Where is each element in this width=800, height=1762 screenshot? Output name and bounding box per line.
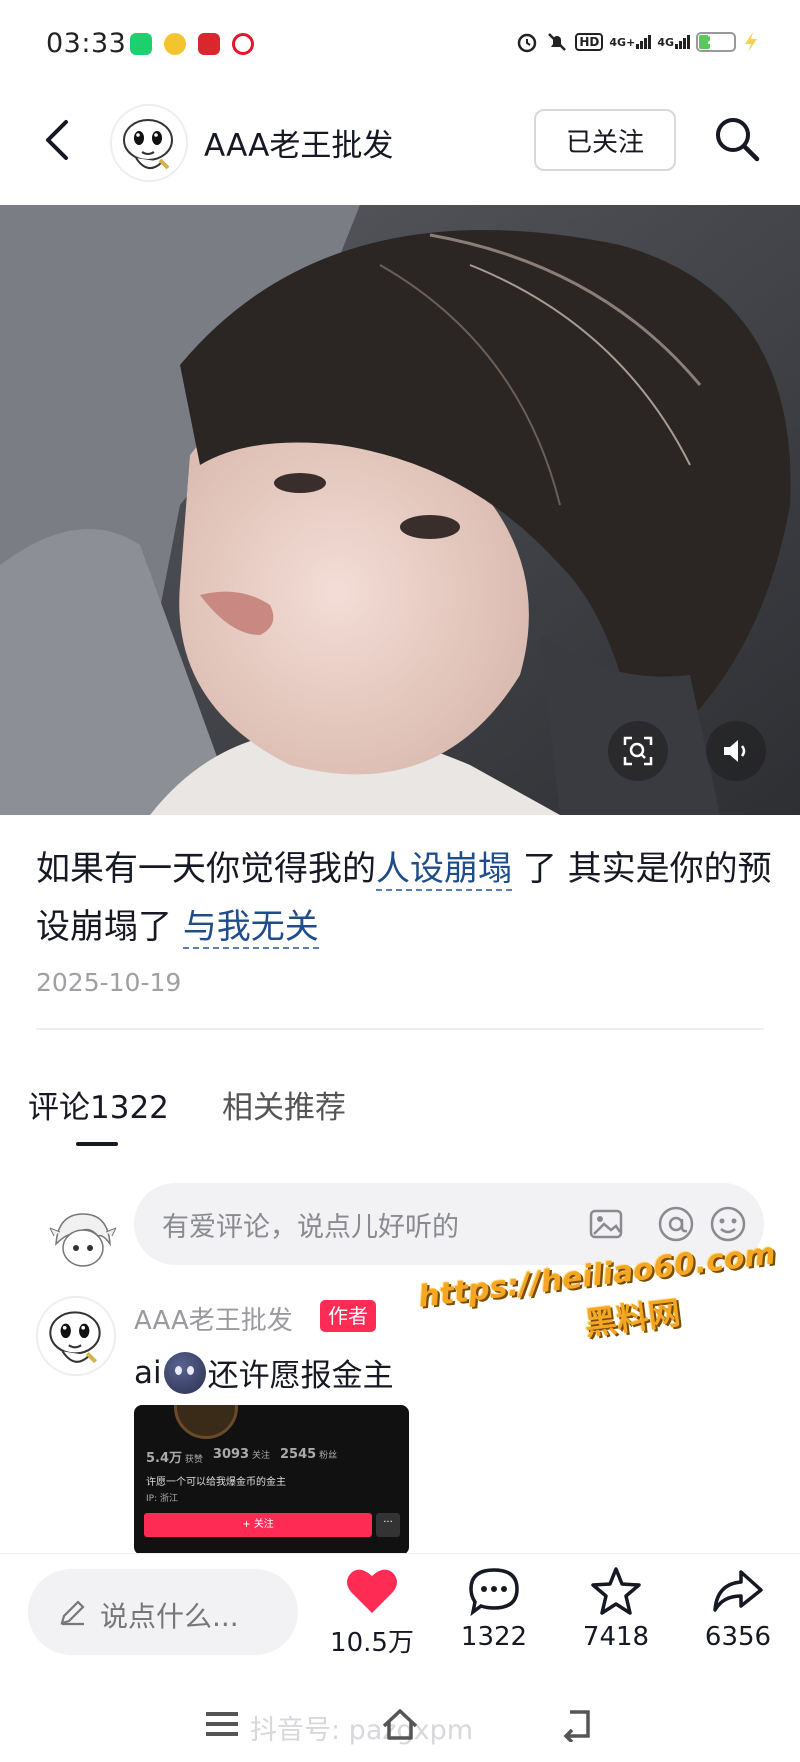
back-arrow-icon[interactable]: [40, 118, 76, 162]
like-button[interactable]: 10.5万: [322, 1566, 422, 1659]
comment-text: ai 还许愿报金主: [134, 1350, 394, 1395]
heart-icon: [347, 1569, 397, 1613]
system-icons: HD 4G+ 4G 24: [515, 30, 760, 54]
profile-ring-image: [174, 1405, 238, 1439]
signal-4g-icon: 4G: [657, 35, 690, 49]
signal-4g-plus-icon: 4G+: [609, 35, 652, 49]
commenter-avatar[interactable]: [36, 1296, 116, 1376]
post-date: 2025-10-19: [36, 968, 182, 997]
sticker-emoji-icon: [163, 1351, 206, 1394]
active-tab-indicator: [76, 1142, 118, 1146]
charging-icon: [745, 32, 757, 52]
say-something-input[interactable]: 说点什么...: [28, 1569, 298, 1655]
commenter-username[interactable]: AAA老王批发: [134, 1300, 293, 1337]
alarm-icon: [518, 33, 537, 53]
like-count: 10.5万: [330, 1628, 414, 1658]
tab-related[interactable]: 相关推荐: [222, 1082, 346, 1127]
following-button[interactable]: 已关注: [534, 109, 676, 171]
post-photo[interactable]: [0, 205, 800, 815]
author-badge: 作者: [320, 1300, 376, 1332]
comment-image[interactable]: 5.4万 获赞 3093 关注 2545 粉丝 许愿一个可以给我爆金币的金主 I…: [134, 1405, 409, 1555]
weibo-icon: [232, 33, 254, 55]
comment-count: 1322: [460, 1622, 528, 1652]
app-red-icon: [198, 33, 220, 55]
tab-comments[interactable]: 评论1322: [28, 1082, 169, 1127]
share-arrow-icon: [713, 1570, 763, 1612]
app-yellow-icon: [164, 33, 186, 55]
author-username[interactable]: AAA老王批发: [204, 120, 393, 165]
visual-search-button[interactable]: [608, 721, 668, 781]
battery-icon: 24: [696, 32, 736, 52]
hashtag-link[interactable]: 人设崩塌: [376, 849, 512, 891]
favorite-button[interactable]: 7418: [566, 1566, 666, 1652]
favorite-count: 7418: [582, 1622, 650, 1652]
share-count: 6356: [704, 1622, 772, 1652]
status-time: 03:33: [46, 28, 127, 59]
profile-stats: 5.4万 获赞 3093 关注 2545 粉丝: [146, 1447, 338, 1466]
portrait-photo-image: [0, 205, 800, 815]
bottom-action-bar: 说点什么... 10.5万 1322 7418 6356: [0, 1553, 800, 1683]
system-nav-bar: 抖音号: pazgxpm: [0, 1686, 800, 1762]
hd-icon: HD: [575, 33, 604, 51]
scan-icon: [623, 736, 653, 766]
my-avatar: [48, 1204, 118, 1274]
search-icon[interactable]: [712, 114, 762, 164]
post-caption: 如果有一天你觉得我的人设崩塌 了 其实是你的预设崩塌了 与我无关: [36, 849, 772, 949]
comment-bubble-icon: [469, 1568, 519, 1616]
at-mention-icon[interactable]: [656, 1204, 696, 1244]
mute-icon: [548, 33, 567, 51]
cartoon-avatar-image: [112, 106, 186, 180]
cartoon-avatar-image: [38, 1298, 114, 1374]
author-avatar[interactable]: [110, 104, 188, 182]
pencil-icon: [60, 1600, 85, 1626]
home-icon[interactable]: [380, 1706, 420, 1742]
comment-button[interactable]: 1322: [444, 1566, 544, 1652]
anime-avatar-image: [48, 1204, 118, 1274]
share-button[interactable]: 6356: [688, 1566, 788, 1652]
comment-input-placeholder: 有爱评论，说点儿好听的: [162, 1212, 459, 1243]
sound-button[interactable]: [706, 721, 766, 781]
hashtag-link[interactable]: 与我无关: [182, 907, 319, 949]
back-nav-icon[interactable]: [558, 1706, 598, 1742]
ghost-watermark-text: 抖音号: pazgxpm: [250, 1715, 474, 1746]
divider: [36, 1028, 764, 1030]
menu-icon[interactable]: [202, 1706, 242, 1742]
speaker-icon: [724, 740, 746, 762]
star-icon: [591, 1567, 641, 1615]
status-bar: 03:33 HD 4G+ 4G 24: [0, 0, 800, 90]
top-header: AAA老王批发 已关注: [0, 96, 800, 184]
emoji-icon[interactable]: [708, 1204, 748, 1244]
app-green-icon: [130, 33, 152, 55]
image-icon[interactable]: [586, 1204, 626, 1244]
